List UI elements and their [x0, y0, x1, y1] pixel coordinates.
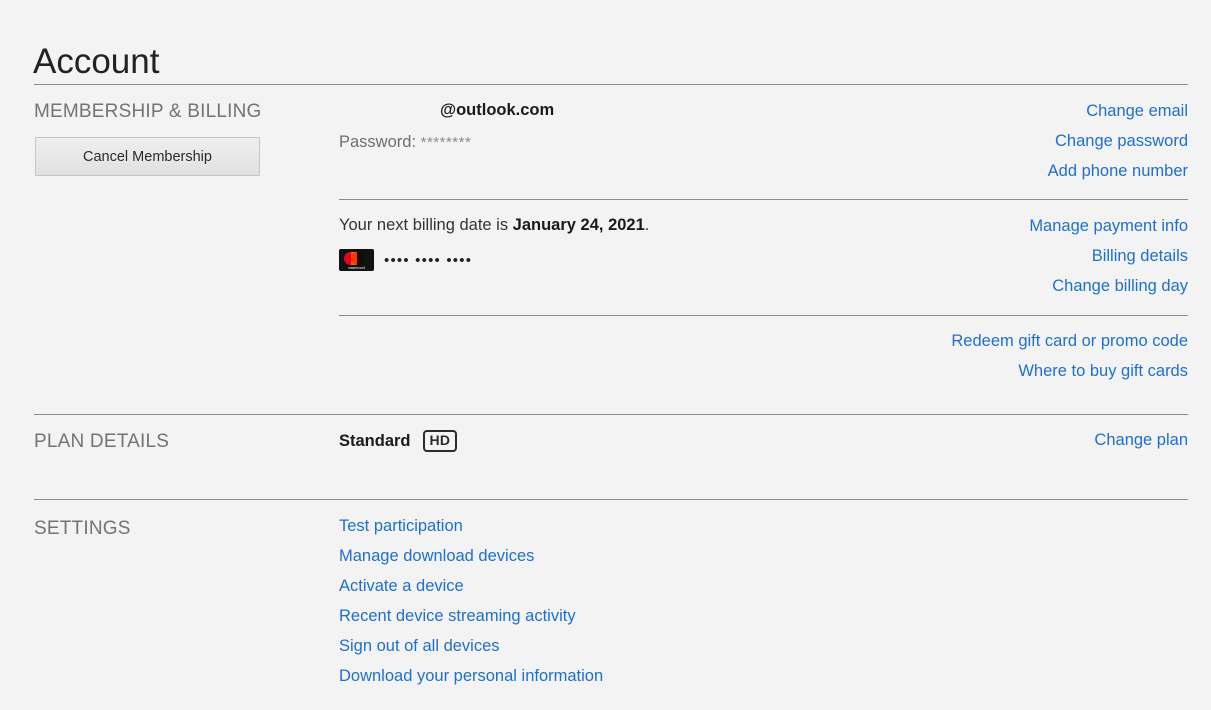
section-label-membership-billing: MEMBERSHIP & BILLING [34, 101, 262, 122]
password-label: Password: [339, 133, 417, 151]
next-billing-suffix: . [644, 216, 650, 234]
divider-above-plan-details [34, 414, 1188, 415]
section-label-settings: SETTINGS [34, 518, 131, 539]
account-links-group: Change email Change password Add phone n… [1048, 102, 1188, 181]
divider-account-billing [339, 199, 1188, 200]
account-email: @outlook.com [440, 101, 555, 119]
link-redeem-gift-card[interactable]: Redeem gift card or promo code [951, 332, 1188, 351]
mastercard-icon: mastercard [339, 249, 374, 271]
gift-links-group: Redeem gift card or promo code Where to … [951, 332, 1188, 381]
divider-above-settings [34, 499, 1188, 500]
divider-billing-gift [339, 315, 1188, 316]
link-change-email[interactable]: Change email [1048, 102, 1188, 121]
link-test-participation[interactable]: Test participation [339, 517, 603, 536]
link-recent-device-streaming-activity[interactable]: Recent device streaming activity [339, 607, 603, 626]
link-manage-payment-info[interactable]: Manage payment info [1029, 217, 1188, 236]
plan-links-group: Change plan [1094, 431, 1188, 450]
card-number-masked: •••• •••• •••• [384, 251, 473, 269]
link-billing-details[interactable]: Billing details [1029, 247, 1188, 266]
billing-links-group: Manage payment info Billing details Chan… [1029, 217, 1188, 296]
page-title: Account [33, 42, 160, 82]
link-activate-a-device[interactable]: Activate a device [339, 577, 603, 596]
next-billing-date-row: Your next billing date is January 24, 20… [339, 216, 649, 235]
hd-quality-badge: HD [422, 430, 458, 452]
next-billing-prefix: Your next billing date is [339, 216, 513, 234]
link-where-to-buy-gift-cards[interactable]: Where to buy gift cards [951, 362, 1188, 381]
mastercard-orange-circle [351, 252, 364, 265]
settings-links-group: Test participation Manage download devic… [339, 517, 603, 686]
account-password-row: Password: ******** [339, 133, 471, 152]
link-download-personal-information[interactable]: Download your personal information [339, 667, 603, 686]
account-page: Account MEMBERSHIP & BILLING Cancel Memb… [0, 0, 1211, 710]
next-billing-date: January 24, 2021 [512, 216, 645, 234]
plan-summary: Standard HD [339, 430, 458, 452]
link-change-billing-day[interactable]: Change billing day [1029, 277, 1188, 296]
password-mask: ******** [420, 134, 472, 151]
section-label-plan-details: PLAN DETAILS [34, 431, 170, 452]
cancel-membership-button[interactable]: Cancel Membership [35, 137, 260, 176]
mastercard-wordmark: mastercard [348, 266, 365, 270]
link-manage-download-devices[interactable]: Manage download devices [339, 547, 603, 566]
link-change-password[interactable]: Change password [1048, 132, 1188, 151]
payment-card-row: mastercard •••• •••• •••• [339, 249, 472, 271]
plan-name: Standard [339, 431, 411, 450]
link-sign-out-of-all-devices[interactable]: Sign out of all devices [339, 637, 603, 656]
divider-below-title [34, 84, 1188, 85]
link-add-phone-number[interactable]: Add phone number [1048, 162, 1188, 181]
link-change-plan[interactable]: Change plan [1094, 431, 1188, 450]
